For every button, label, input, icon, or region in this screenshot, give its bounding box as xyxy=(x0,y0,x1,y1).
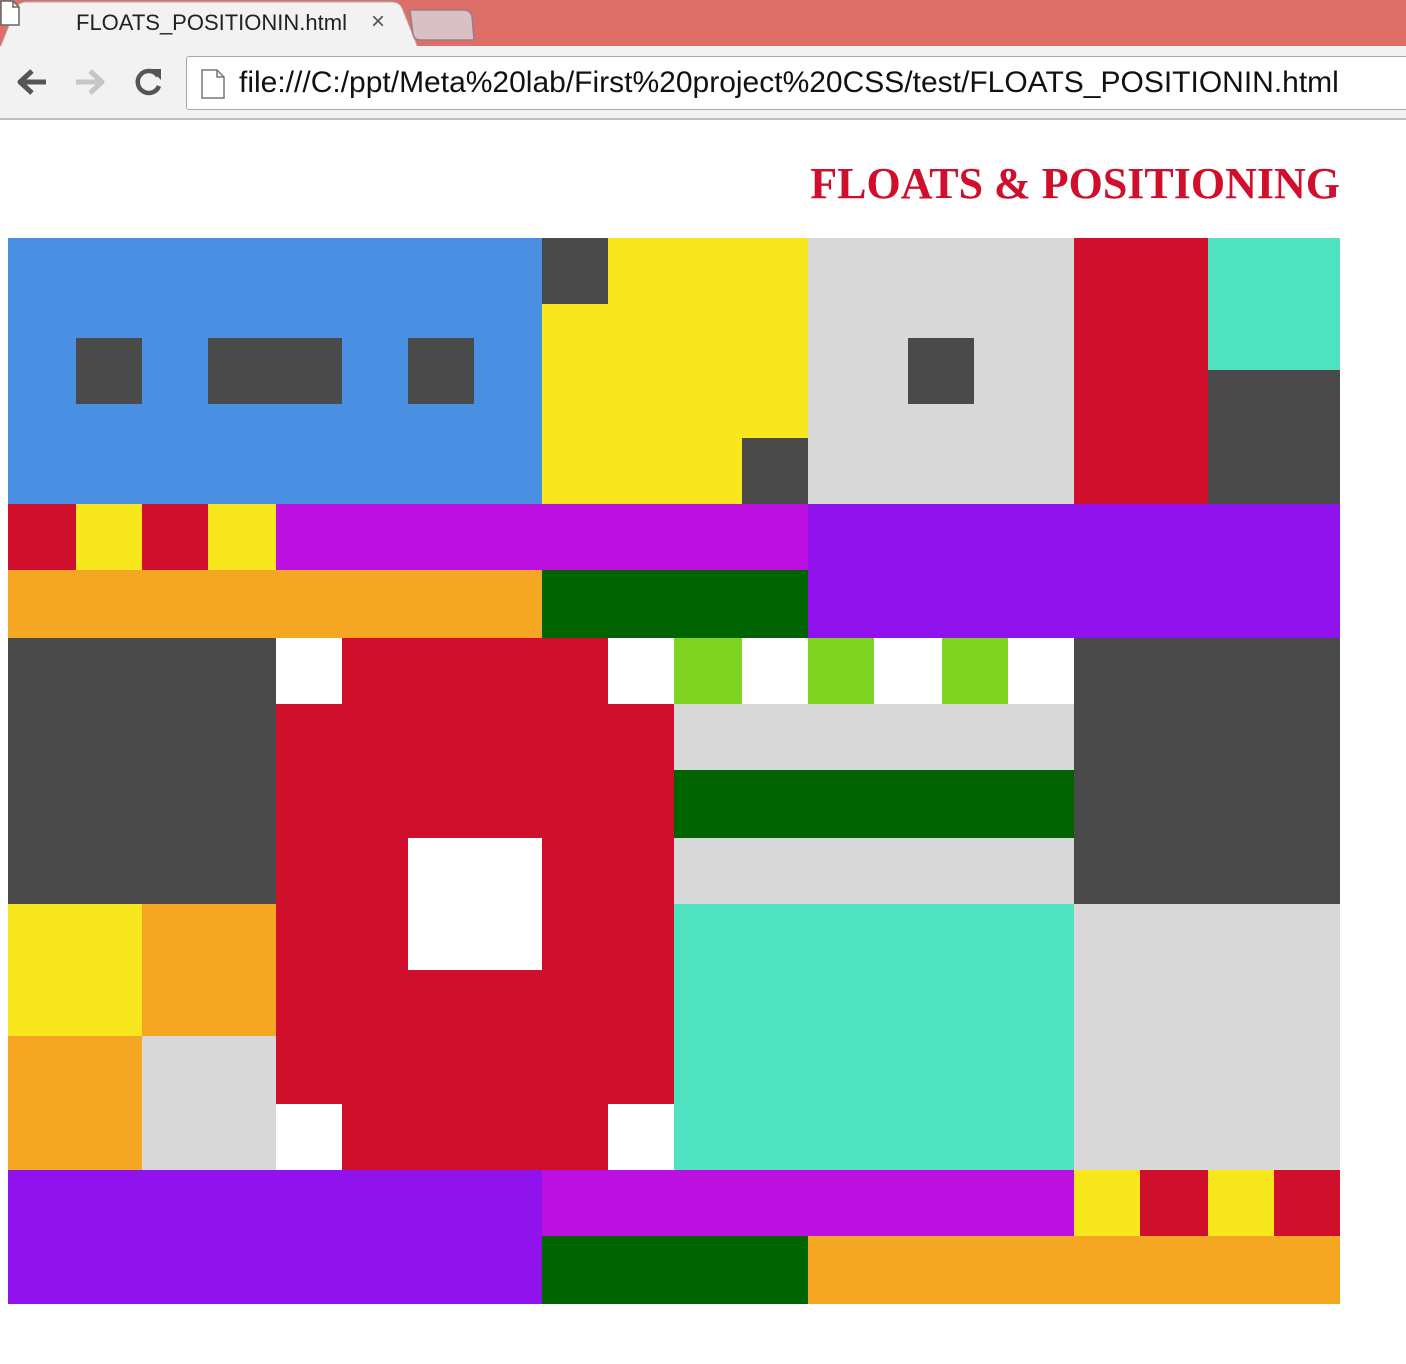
yellow-block xyxy=(8,904,142,1036)
teal-block xyxy=(1208,238,1340,370)
yellow-block xyxy=(1074,1170,1140,1236)
dark-block xyxy=(8,638,276,904)
light-block xyxy=(1074,904,1340,1170)
tab-title: FLOATS_POSITIONIN.html xyxy=(76,10,347,35)
arrow-right-icon[interactable] xyxy=(72,64,108,100)
white-block xyxy=(742,638,808,704)
url-text[interactable]: file:///C:/ppt/Meta%20lab/First%20projec… xyxy=(239,66,1339,100)
lime-block xyxy=(808,638,874,704)
orange-block xyxy=(808,1236,1340,1304)
light-block xyxy=(142,1036,276,1170)
dark-block xyxy=(208,338,342,404)
dark-block xyxy=(908,338,974,404)
new-tab-button[interactable] xyxy=(408,8,476,42)
purple-block xyxy=(8,1170,542,1304)
white-block xyxy=(276,1104,342,1170)
dark-block xyxy=(742,438,808,504)
green-block xyxy=(542,1236,808,1304)
magenta-block xyxy=(276,504,808,570)
close-icon[interactable]: × xyxy=(364,8,392,36)
red-block xyxy=(1274,1170,1340,1236)
red-block xyxy=(1074,238,1208,504)
yellow-block xyxy=(1208,1170,1274,1236)
teal-block xyxy=(674,904,1074,1170)
active-tab[interactable]: FLOATS_POSITIONIN.html × xyxy=(0,0,418,48)
dark-block xyxy=(1074,638,1340,904)
red-block xyxy=(142,504,208,570)
tab-strip: FLOATS_POSITIONIN.html × xyxy=(0,0,1406,48)
file-icon xyxy=(201,69,225,99)
green-block xyxy=(542,570,808,638)
address-bar[interactable]: file:///C:/ppt/Meta%20lab/First%20projec… xyxy=(186,56,1406,110)
green-block xyxy=(674,770,1074,838)
arrow-left-icon[interactable] xyxy=(14,64,50,100)
white-block xyxy=(608,638,674,704)
browser-toolbar: file:///C:/ppt/Meta%20lab/First%20projec… xyxy=(0,46,1406,120)
reload-icon[interactable] xyxy=(130,64,166,100)
dark-block xyxy=(408,338,474,404)
red-block xyxy=(8,504,76,570)
dark-block xyxy=(1208,370,1340,504)
red-block xyxy=(276,638,674,1170)
magenta-block xyxy=(542,1170,1074,1236)
orange-block xyxy=(8,1036,142,1170)
orange-block xyxy=(8,570,542,638)
light-block xyxy=(674,704,1074,770)
white-block xyxy=(276,638,342,704)
yellow-block xyxy=(76,504,142,570)
yellow-block xyxy=(542,238,808,504)
white-block xyxy=(608,1104,674,1170)
light-block xyxy=(674,838,1074,904)
purple-block xyxy=(808,504,1340,638)
white-block xyxy=(408,838,542,970)
orange-block xyxy=(142,904,276,1036)
page-title: FLOATS & POSITIONING xyxy=(810,159,1340,208)
lime-block xyxy=(942,638,1008,704)
dark-block xyxy=(76,338,142,404)
yellow-block xyxy=(208,504,276,570)
red-block xyxy=(1140,1170,1208,1236)
lime-block xyxy=(674,638,742,704)
white-block xyxy=(1008,638,1074,704)
light-block xyxy=(808,238,1074,504)
blue-block xyxy=(8,238,542,504)
file-icon xyxy=(0,0,20,26)
white-block xyxy=(874,638,942,704)
dark-block xyxy=(542,238,608,304)
